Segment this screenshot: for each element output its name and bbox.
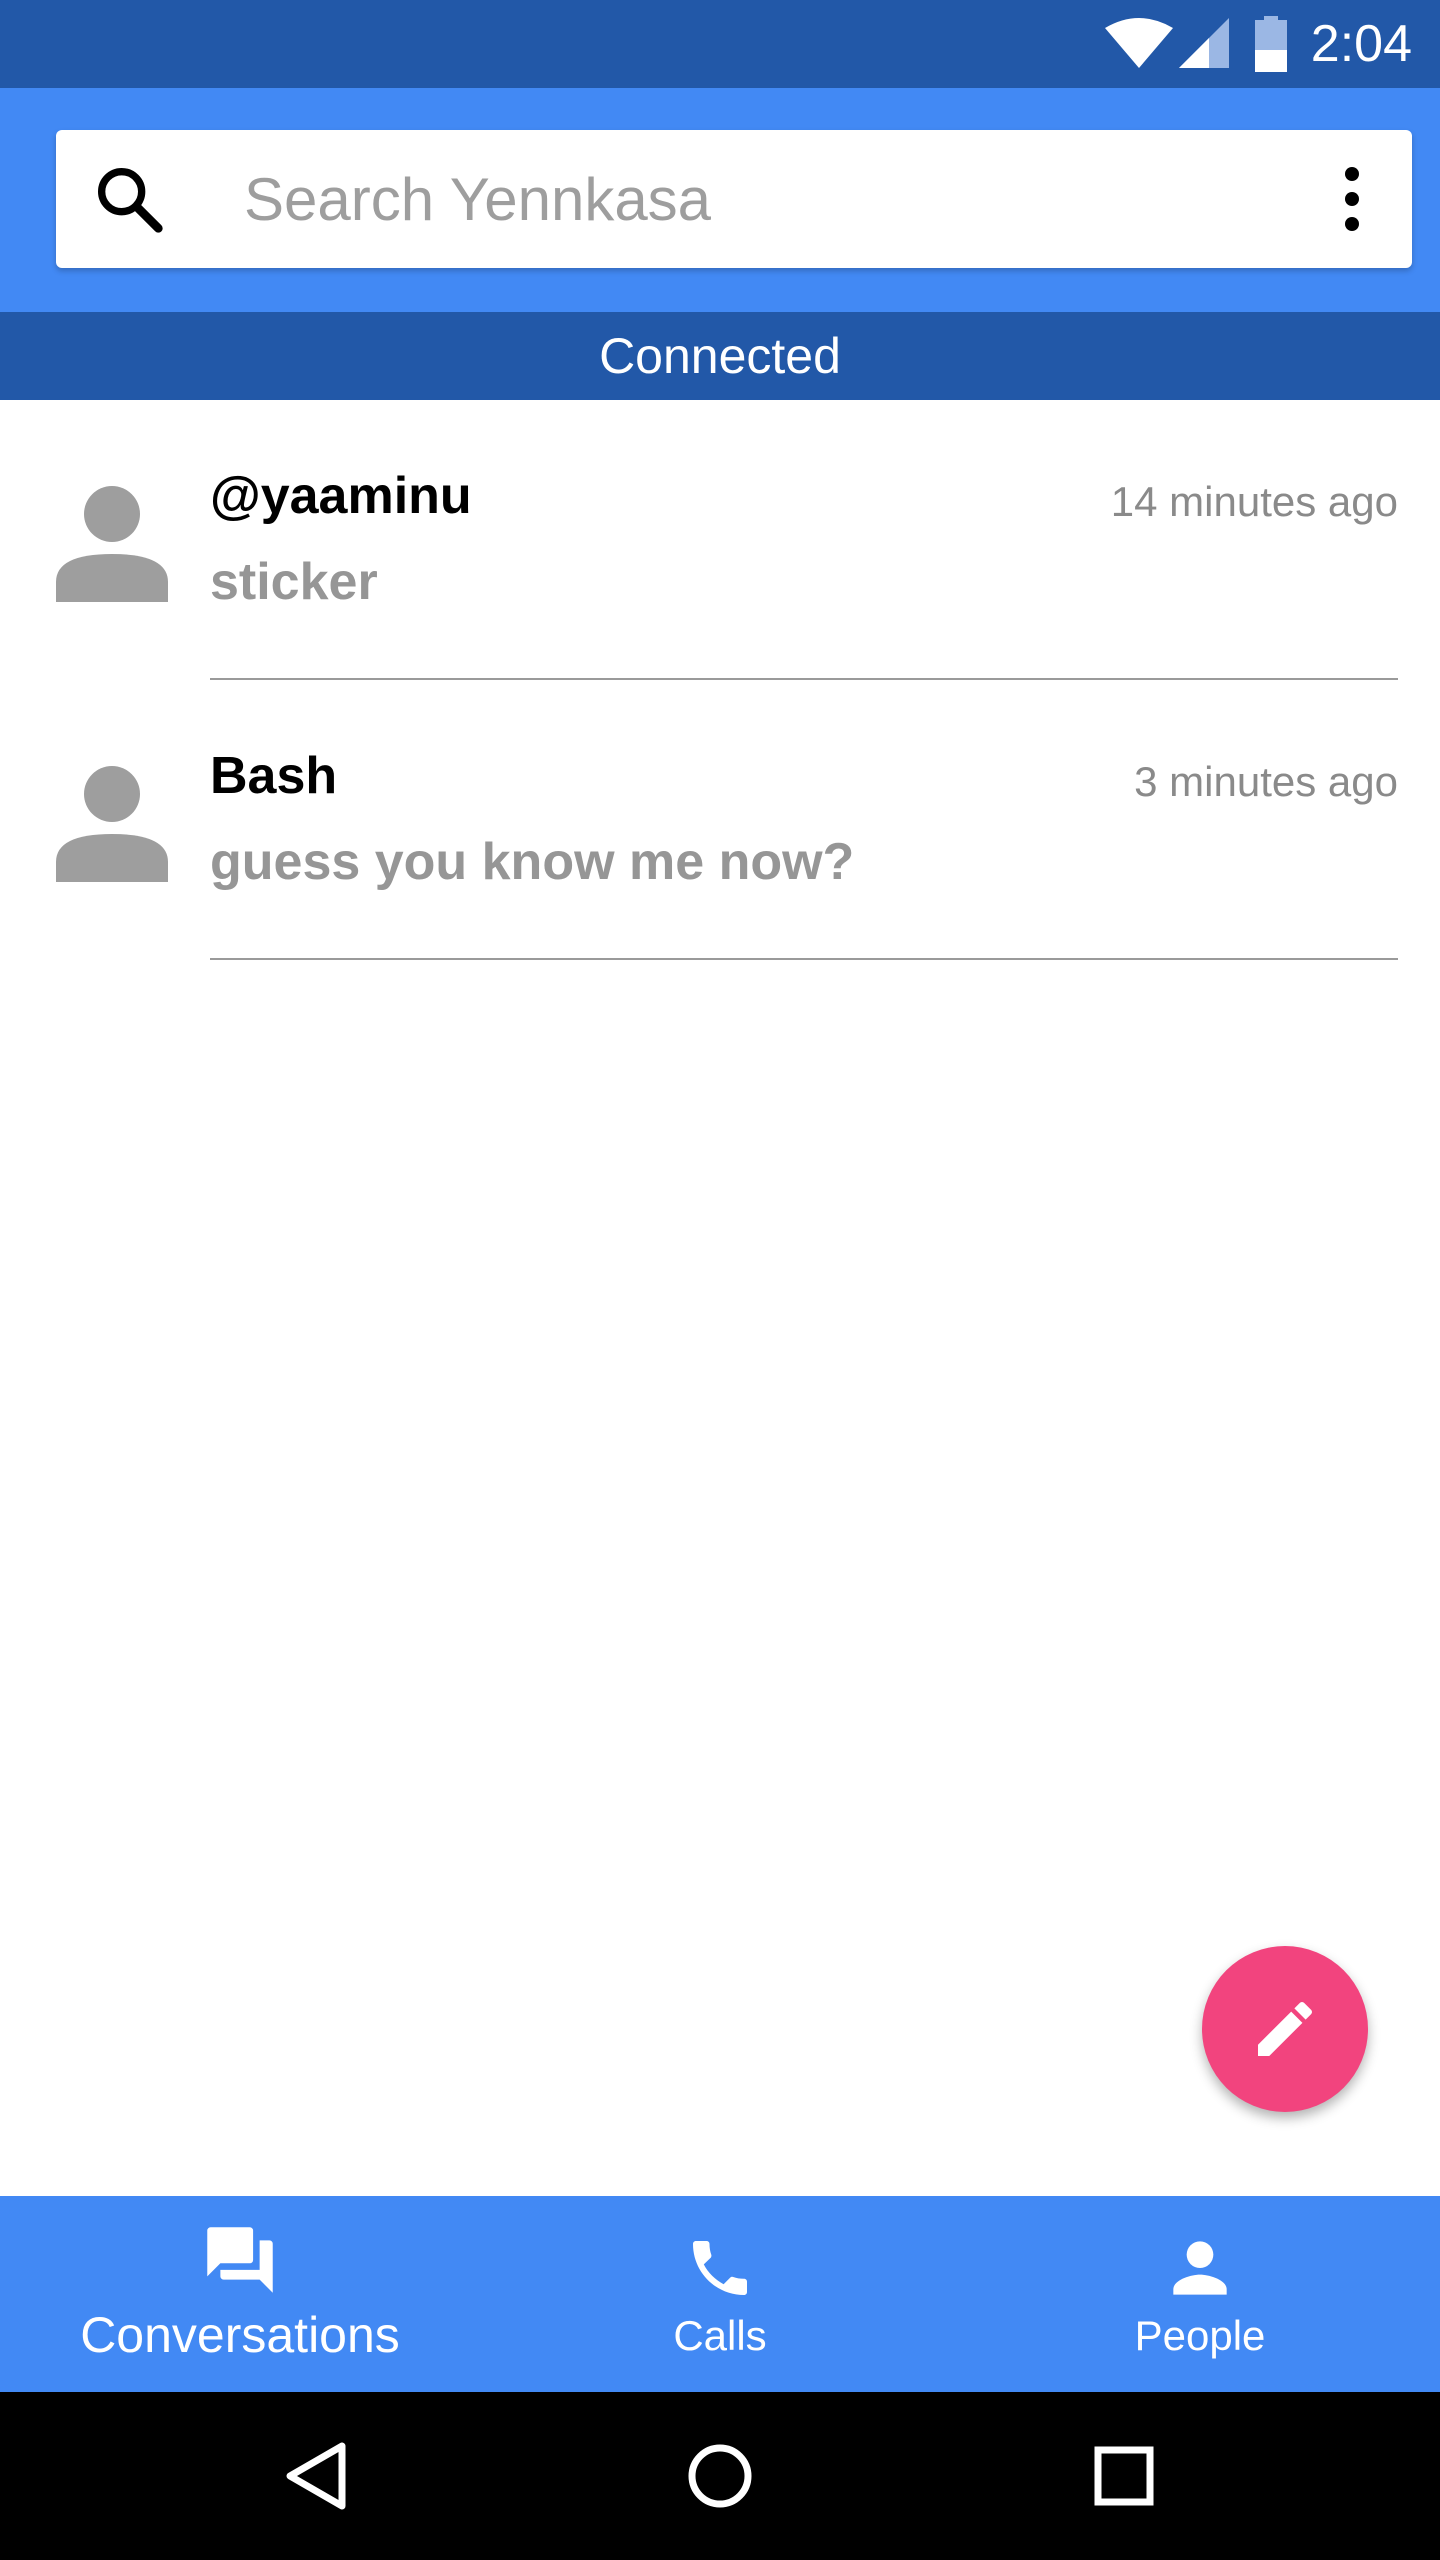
- system-navigation-bar: [0, 2392, 1440, 2560]
- status-clock: 2:04: [1310, 15, 1412, 73]
- status-icons: 2:04: [1104, 0, 1412, 88]
- cellular-signal-icon: [1178, 18, 1229, 68]
- connection-status-banner: Connected: [0, 312, 1440, 400]
- tab-label: Conversations: [80, 2307, 400, 2363]
- battery-icon: [1254, 16, 1287, 72]
- app-bar: [0, 88, 1440, 312]
- conversation-item[interactable]: @yaaminu 14 minutes ago sticker: [0, 400, 1440, 680]
- pencil-icon: [1258, 2001, 1313, 2056]
- conversation-name: Bash: [210, 747, 338, 805]
- conversation-name: @yaaminu: [210, 467, 472, 525]
- search-icon[interactable]: [90, 160, 170, 240]
- conversation-time: 3 minutes ago: [1134, 758, 1398, 805]
- tab-conversations[interactable]: Conversations: [0, 2196, 480, 2392]
- search-input[interactable]: [244, 154, 1244, 244]
- new-message-fab[interactable]: [1202, 1946, 1368, 2112]
- wifi-icon: [1104, 18, 1173, 68]
- search-box[interactable]: [56, 130, 1412, 268]
- chat-bubbles-icon: [207, 2227, 273, 2293]
- tab-people[interactable]: People: [960, 2196, 1440, 2392]
- back-icon[interactable]: [274, 2434, 358, 2518]
- more-options-icon[interactable]: [1336, 164, 1368, 234]
- home-icon[interactable]: [678, 2434, 762, 2518]
- conversation-preview: sticker: [210, 553, 378, 611]
- tab-label: Calls: [673, 2312, 767, 2359]
- avatar-placeholder-icon: [56, 766, 168, 882]
- conversation-list: @yaaminu 14 minutes ago sticker Bash 3 m…: [0, 400, 1440, 960]
- avatar-placeholder-icon: [56, 486, 168, 602]
- bottom-navigation: Conversations Calls People: [0, 2196, 1440, 2392]
- tab-calls[interactable]: Calls: [480, 2196, 960, 2392]
- divider: [210, 958, 1398, 960]
- person-icon: [1173, 2241, 1227, 2295]
- conversation-item[interactable]: Bash 3 minutes ago guess you know me now…: [0, 680, 1440, 960]
- tab-label: People: [1134, 2312, 1266, 2359]
- phone-icon: [693, 2241, 747, 2295]
- conversation-preview: guess you know me now?: [210, 833, 855, 891]
- status-bar: 2:04: [0, 0, 1440, 88]
- conversation-time: 14 minutes ago: [1110, 478, 1398, 525]
- recents-icon[interactable]: [1082, 2434, 1166, 2518]
